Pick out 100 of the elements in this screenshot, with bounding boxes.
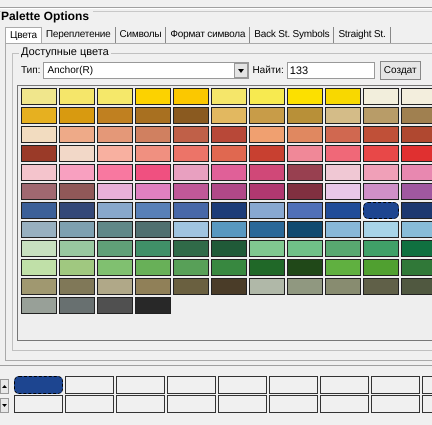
color-swatch[interactable] <box>97 88 133 105</box>
color-swatch[interactable] <box>97 259 133 276</box>
color-swatch[interactable] <box>59 126 95 143</box>
color-swatch[interactable] <box>97 183 133 200</box>
color-swatch[interactable] <box>211 240 247 257</box>
color-swatch[interactable] <box>97 107 133 124</box>
color-swatch[interactable] <box>21 240 57 257</box>
type-dropdown[interactable]: Anchor(R) <box>43 62 250 79</box>
color-swatch[interactable] <box>173 240 209 257</box>
color-swatch[interactable] <box>135 202 171 219</box>
color-swatch[interactable] <box>325 145 361 162</box>
color-swatch[interactable] <box>249 145 285 162</box>
color-swatch[interactable] <box>401 259 432 276</box>
color-swatch[interactable] <box>97 202 133 219</box>
palette-slot[interactable] <box>14 376 63 394</box>
color-swatch[interactable] <box>135 107 171 124</box>
color-swatch[interactable] <box>401 221 432 238</box>
color-swatch[interactable] <box>21 183 57 200</box>
color-swatch[interactable] <box>325 221 361 238</box>
color-swatch[interactable] <box>401 240 432 257</box>
color-swatch[interactable] <box>21 278 57 295</box>
color-swatch[interactable] <box>287 107 323 124</box>
color-swatch[interactable] <box>97 221 133 238</box>
color-swatch[interactable] <box>21 221 57 238</box>
create-button[interactable]: Создат <box>380 61 421 80</box>
color-swatch[interactable] <box>401 183 432 200</box>
color-swatch[interactable] <box>287 221 323 238</box>
color-swatch[interactable] <box>211 107 247 124</box>
color-swatch[interactable] <box>21 297 57 314</box>
color-swatch[interactable] <box>211 164 247 181</box>
find-input[interactable]: 133 <box>286 62 375 79</box>
color-swatch[interactable] <box>173 278 209 295</box>
color-swatch[interactable] <box>21 88 57 105</box>
scroll-down-button[interactable] <box>0 398 9 413</box>
color-swatch[interactable] <box>401 145 432 162</box>
color-swatch[interactable] <box>401 164 432 181</box>
color-swatch[interactable] <box>135 183 171 200</box>
color-swatch[interactable] <box>97 240 133 257</box>
color-swatch[interactable] <box>249 240 285 257</box>
color-swatch[interactable] <box>21 107 57 124</box>
color-swatch[interactable] <box>401 126 432 143</box>
color-swatch[interactable] <box>97 297 133 314</box>
color-swatch[interactable] <box>363 88 399 105</box>
color-swatch[interactable] <box>249 88 285 105</box>
color-swatch[interactable] <box>21 259 57 276</box>
color-swatch[interactable] <box>363 107 399 124</box>
color-swatch[interactable] <box>401 278 432 295</box>
color-swatch[interactable] <box>363 183 399 200</box>
color-swatch[interactable] <box>325 88 361 105</box>
color-swatch[interactable] <box>97 145 133 162</box>
color-swatch[interactable] <box>59 297 95 314</box>
color-swatch[interactable] <box>287 126 323 143</box>
color-swatch[interactable] <box>173 221 209 238</box>
color-swatch[interactable] <box>211 145 247 162</box>
color-swatch[interactable] <box>173 183 209 200</box>
color-swatch[interactable] <box>363 259 399 276</box>
color-swatch[interactable] <box>287 278 323 295</box>
color-swatch[interactable] <box>135 221 171 238</box>
color-swatch[interactable] <box>59 202 95 219</box>
color-swatch[interactable] <box>211 259 247 276</box>
color-swatch[interactable] <box>325 107 361 124</box>
color-swatch[interactable] <box>59 183 95 200</box>
palette-slot[interactable] <box>320 395 369 413</box>
palette-slot[interactable] <box>371 376 420 394</box>
color-swatch[interactable] <box>287 164 323 181</box>
color-swatch[interactable] <box>287 202 323 219</box>
color-swatch[interactable] <box>363 164 399 181</box>
color-swatch[interactable] <box>363 240 399 257</box>
color-swatch[interactable] <box>287 240 323 257</box>
color-swatch[interactable] <box>363 126 399 143</box>
color-swatch[interactable] <box>59 107 95 124</box>
color-swatch[interactable] <box>21 202 57 219</box>
color-swatch[interactable] <box>173 145 209 162</box>
palette-slot[interactable] <box>320 376 369 394</box>
palette-slot[interactable] <box>167 395 216 413</box>
color-swatch[interactable] <box>97 126 133 143</box>
palette-slot[interactable] <box>371 395 420 413</box>
color-swatch[interactable] <box>21 145 57 162</box>
color-swatch[interactable] <box>59 240 95 257</box>
palette-slot[interactable] <box>116 395 165 413</box>
color-swatch[interactable] <box>59 259 95 276</box>
color-swatch[interactable] <box>173 88 209 105</box>
palette-slot[interactable] <box>65 395 114 413</box>
color-swatch[interactable] <box>173 202 209 219</box>
color-swatch[interactable] <box>325 259 361 276</box>
color-swatch[interactable] <box>21 126 57 143</box>
color-swatch[interactable] <box>249 126 285 143</box>
color-swatch[interactable] <box>325 240 361 257</box>
color-swatch[interactable] <box>211 88 247 105</box>
color-swatch[interactable] <box>173 107 209 124</box>
tab[interactable]: Цвета <box>5 27 42 43</box>
color-swatch[interactable] <box>325 164 361 181</box>
color-swatch[interactable] <box>59 164 95 181</box>
color-swatch[interactable] <box>249 202 285 219</box>
color-swatch[interactable] <box>135 278 171 295</box>
color-swatch[interactable] <box>249 259 285 276</box>
color-swatch[interactable] <box>173 126 209 143</box>
color-swatch[interactable] <box>287 88 323 105</box>
color-swatch[interactable] <box>325 183 361 200</box>
color-swatch[interactable] <box>135 126 171 143</box>
